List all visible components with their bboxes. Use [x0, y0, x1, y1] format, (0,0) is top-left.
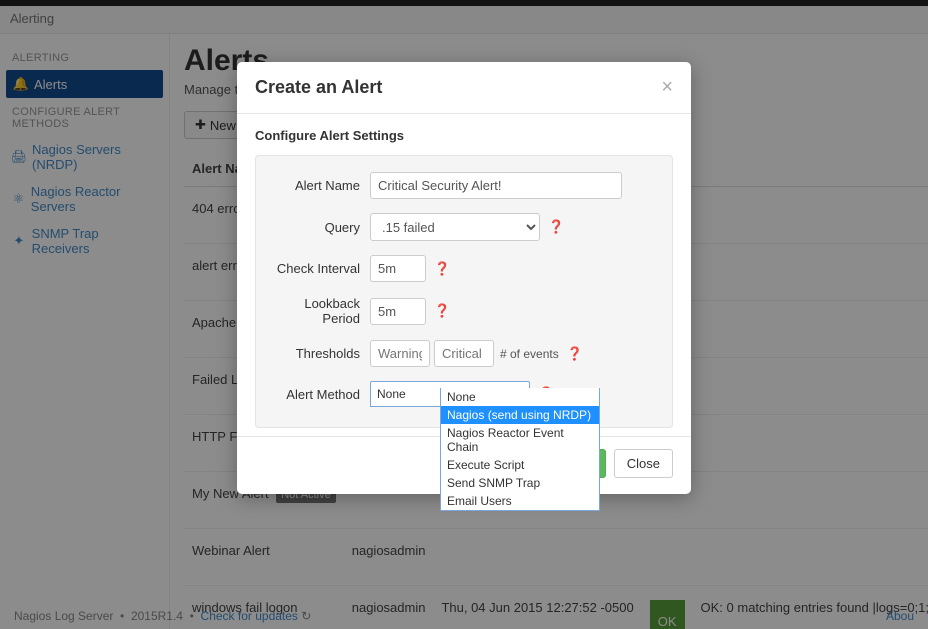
label-alert-method: Alert Method: [270, 387, 370, 402]
threshold-suffix: # of events: [500, 347, 559, 361]
help-icon[interactable]: ❓: [434, 261, 450, 277]
check-interval-input[interactable]: [370, 255, 426, 282]
dropdown-option[interactable]: None: [441, 388, 599, 406]
lookback-input[interactable]: [370, 298, 426, 325]
alert-name-input[interactable]: [370, 172, 622, 199]
modal-title: Create an Alert: [255, 77, 382, 98]
close-icon[interactable]: ×: [661, 76, 673, 99]
help-icon[interactable]: ❓: [434, 303, 450, 319]
dropdown-option[interactable]: Send SNMP Trap: [441, 474, 599, 492]
alert-method-dropdown[interactable]: NoneNagios (send using NRDP)Nagios React…: [440, 388, 600, 511]
label-query: Query: [270, 220, 370, 235]
dropdown-option[interactable]: Execute Script: [441, 456, 599, 474]
warning-input[interactable]: [370, 340, 430, 367]
help-icon[interactable]: ❓: [567, 346, 583, 362]
close-button[interactable]: Close: [614, 449, 673, 478]
label-alert-name: Alert Name: [270, 178, 370, 193]
modal-section-title: Configure Alert Settings: [255, 128, 673, 143]
label-check-interval: Check Interval: [270, 261, 370, 276]
query-select[interactable]: .15 failed: [370, 213, 540, 241]
help-icon[interactable]: ❓: [548, 219, 564, 235]
label-lookback: Lookback Period: [270, 296, 370, 326]
dropdown-option[interactable]: Nagios (send using NRDP): [441, 406, 599, 424]
critical-input[interactable]: [434, 340, 494, 367]
dropdown-option[interactable]: Email Users: [441, 492, 599, 510]
dropdown-option[interactable]: Nagios Reactor Event Chain: [441, 424, 599, 456]
label-thresholds: Thresholds: [270, 346, 370, 361]
alert-method-selected: None: [377, 387, 406, 401]
